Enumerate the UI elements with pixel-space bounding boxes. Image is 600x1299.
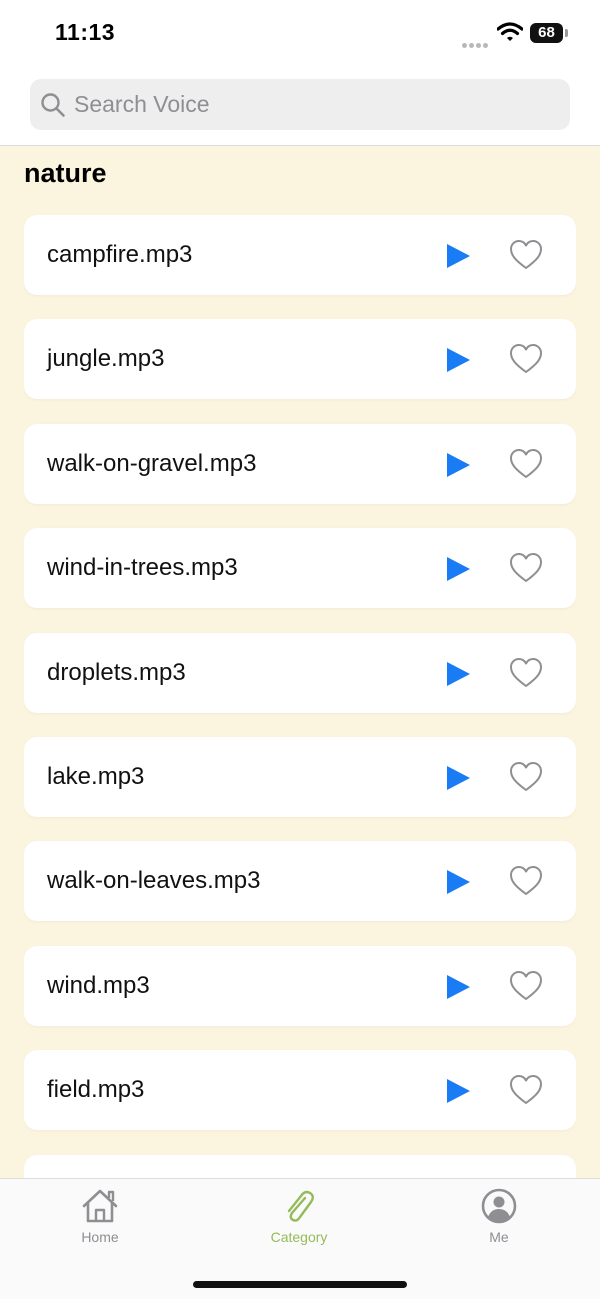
- status-bar: 11:13 68: [0, 0, 600, 70]
- heart-icon[interactable]: [509, 657, 543, 689]
- tab-home-label: Home: [81, 1229, 119, 1245]
- heart-icon[interactable]: [509, 448, 543, 480]
- heart-icon[interactable]: [509, 343, 543, 375]
- play-icon[interactable]: [445, 243, 471, 269]
- heart-icon[interactable]: [509, 239, 543, 271]
- list-item[interactable]: wind.mp3: [24, 945, 576, 1026]
- play-icon[interactable]: [445, 765, 471, 791]
- sound-file-name: droplets.mp3: [47, 658, 186, 686]
- list-item[interactable]: droplets.mp3: [24, 632, 576, 713]
- battery-tip: [565, 29, 568, 37]
- sound-file-name: campfire.mp3: [47, 241, 193, 268]
- tab-bar: Home Category Me: [0, 1178, 600, 1299]
- list-item[interactable]: walk-on-leaves.mp3: [24, 841, 576, 922]
- section-title: nature: [24, 158, 107, 188]
- wifi-icon: [497, 22, 523, 41]
- paperclip-icon: [287, 1190, 314, 1222]
- search-icon: [41, 93, 65, 117]
- tab-category-label: Category: [270, 1229, 328, 1245]
- search-area: [0, 70, 600, 146]
- play-icon[interactable]: [445, 869, 471, 895]
- list-item[interactable]: jungle.mp3: [24, 319, 576, 400]
- sound-file-name: walk-on-gravel.mp3: [47, 449, 257, 477]
- tab-me[interactable]: Me: [439, 1187, 559, 1257]
- heart-icon[interactable]: [509, 1074, 543, 1106]
- sound-file-name: wind-in-trees.mp3: [47, 554, 238, 582]
- heart-icon[interactable]: [509, 761, 543, 793]
- search-box[interactable]: [30, 79, 570, 130]
- list-item[interactable]: campfire.mp3: [24, 215, 576, 295]
- play-icon[interactable]: [445, 452, 471, 478]
- sound-file-name: jungle.mp3: [47, 345, 165, 373]
- tab-home[interactable]: Home: [40, 1187, 160, 1257]
- battery-level: 68: [530, 23, 563, 43]
- sound-file-name: wind.mp3: [47, 971, 150, 999]
- play-icon[interactable]: [445, 1078, 471, 1104]
- home-indicator: [193, 1281, 407, 1288]
- house-icon: [82, 1189, 118, 1223]
- sound-file-name: field.mp3: [47, 1076, 145, 1104]
- heart-icon[interactable]: [509, 865, 543, 897]
- heart-icon[interactable]: [509, 970, 543, 1002]
- tab-category[interactable]: Category: [239, 1187, 359, 1257]
- status-time: 11:13: [55, 19, 116, 45]
- search-input[interactable]: [74, 79, 554, 130]
- sound-file-name: lake.mp3: [47, 762, 145, 790]
- sound-list: campfire.mp3 jungle.mp3 walk-on-gravel.mp3…: [24, 215, 576, 1179]
- signal-dots-icon: [462, 35, 490, 53]
- play-icon[interactable]: [445, 347, 471, 373]
- list-item[interactable]: field.mp3: [24, 1050, 576, 1131]
- play-icon[interactable]: [445, 556, 471, 582]
- list-item[interactable]: [24, 1154, 576, 1179]
- tab-me-label: Me: [489, 1229, 509, 1245]
- heart-icon[interactable]: [509, 552, 543, 584]
- person-icon: [481, 1188, 517, 1224]
- play-icon[interactable]: [445, 661, 471, 687]
- sound-file-name: walk-on-leaves.mp3: [47, 867, 261, 895]
- list-item[interactable]: wind-in-trees.mp3: [24, 528, 576, 609]
- list-item[interactable]: lake.mp3: [24, 736, 576, 817]
- play-icon[interactable]: [445, 974, 471, 1000]
- list-item[interactable]: walk-on-gravel.mp3: [24, 423, 576, 504]
